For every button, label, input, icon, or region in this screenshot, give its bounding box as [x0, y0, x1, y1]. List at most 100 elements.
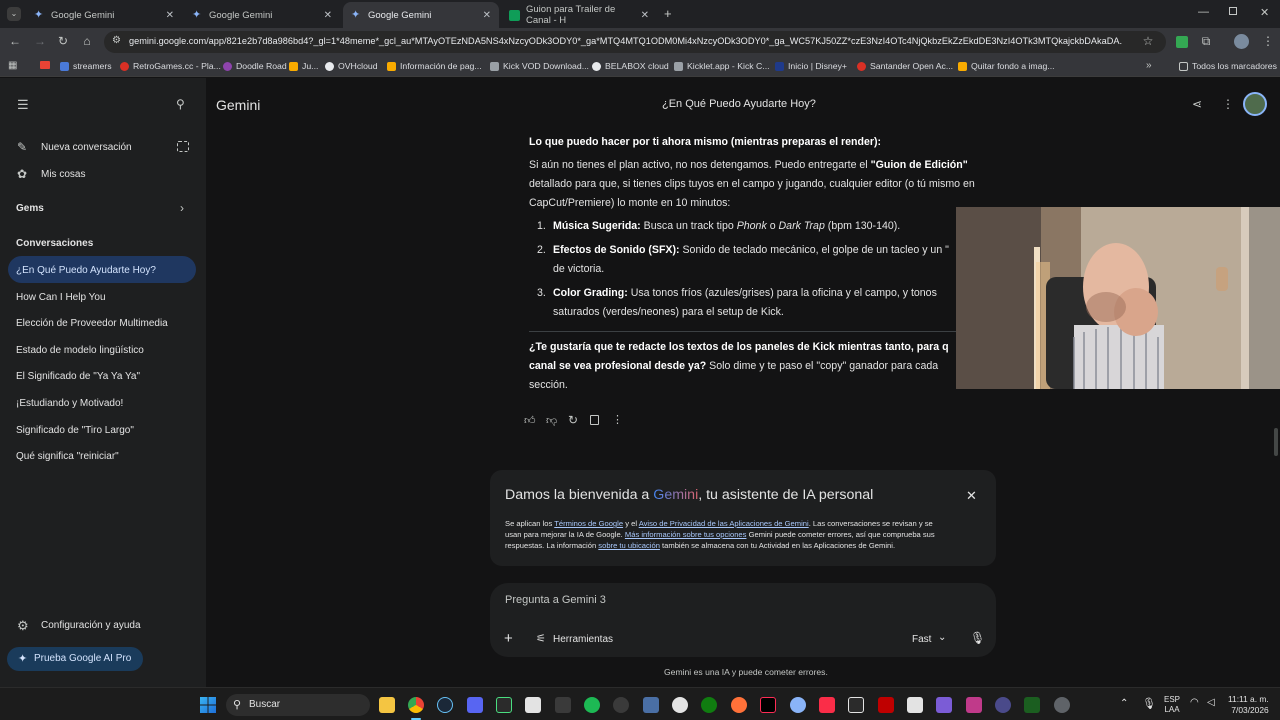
volume-icon[interactable]: ◁ [1207, 697, 1215, 708]
thumbs-up-icon[interactable]: 👍︎ [524, 414, 536, 427]
gems-link[interactable]: Gems [16, 203, 44, 214]
browser-tab-active[interactable]: ✦ Google Gemini ✕ [343, 2, 499, 28]
upgrade-button[interactable]: ✦ Prueba Google AI Pro [7, 647, 143, 671]
filezilla-icon[interactable] [878, 697, 894, 713]
app-icon[interactable] [643, 697, 659, 713]
bookmark-item[interactable]: Kick VOD Download... [490, 61, 589, 71]
close-icon[interactable]: ✕ [483, 10, 491, 21]
thumbs-down-icon[interactable]: 👎︎ [546, 414, 557, 427]
privacy-link[interactable]: Aviso de Privacidad de las Aplicaciones … [639, 519, 809, 528]
app-icon[interactable] [525, 697, 541, 713]
chrome-icon[interactable] [408, 697, 424, 713]
clock[interactable]: 11:11 a. m. 7/03/2026 [1228, 694, 1269, 716]
bookmark-item[interactable]: OVHcloud [325, 61, 378, 71]
location-link[interactable]: sobre tu ubicación [598, 541, 660, 550]
tools-button[interactable]: Herramientas [553, 634, 613, 645]
microphone-tray-icon[interactable]: 🎙︎ [1142, 697, 1156, 710]
new-tab-icon[interactable]: + [664, 6, 672, 21]
tab-search-icon[interactable]: ⌄ [7, 7, 21, 21]
bookmark-item[interactable]: BELABOX cloud [592, 61, 669, 71]
add-icon[interactable]: + [504, 630, 513, 647]
share-icon[interactable]: ⋖ [1192, 97, 1202, 111]
app-icon[interactable] [848, 697, 864, 713]
home-icon[interactable]: ⌂ [79, 34, 95, 48]
browser-tab[interactable]: ✦ Google Gemini ✕ [26, 2, 182, 28]
bookmark-star-icon[interactable]: ☆ [1140, 34, 1156, 48]
taskbar-search[interactable]: ⚲ Buscar [226, 694, 370, 716]
extensions-puzzle-icon[interactable]: ⧉ [1198, 34, 1214, 49]
sidebar-item[interactable]: Elección de Proveedor Multimedia [16, 318, 168, 329]
sidebar-item[interactable]: Qué significa "reiniciar" [16, 451, 119, 462]
music-icon[interactable] [819, 697, 835, 713]
sidebar-item[interactable]: How Can I Help You [16, 292, 106, 303]
copy-icon[interactable] [590, 415, 599, 425]
close-icon[interactable]: ✕ [166, 10, 174, 21]
close-icon[interactable]: ✕ [641, 10, 649, 21]
bookmark-item[interactable]: Quitar fondo a imag... [958, 61, 1055, 71]
bookmark-item[interactable]: Santander Open Ac... [857, 61, 953, 71]
file-explorer-icon[interactable] [379, 697, 395, 713]
app-icon[interactable] [966, 697, 982, 713]
browser-menu-icon[interactable]: ⋮ [1260, 34, 1276, 48]
sidebar-item[interactable]: Significado de "Tiro Largo" [16, 425, 134, 436]
temporary-chat-icon[interactable] [177, 141, 189, 152]
regenerate-icon[interactable]: ↻ [568, 413, 578, 427]
browser-tab[interactable]: ✦ Google Gemini ✕ [184, 2, 340, 28]
all-bookmarks-folder[interactable]: Todos los marcadores [1179, 61, 1277, 71]
restore-icon[interactable] [1229, 7, 1237, 15]
epic-games-icon[interactable] [555, 697, 571, 713]
sidebar-item[interactable]: ¿En Qué Puedo Ayudarte Hoy? [16, 265, 156, 276]
bookmark-item[interactable]: Doodle Road [223, 61, 287, 71]
app-icon[interactable] [790, 697, 806, 713]
tiktok-icon[interactable] [760, 697, 776, 713]
sidebar-item[interactable]: Estado de modelo lingüístico [16, 345, 144, 356]
close-icon[interactable]: ✕ [324, 10, 332, 21]
chevron-down-icon[interactable]: ⌄ [938, 632, 946, 643]
address-bar[interactable]: ⚙ gemini.google.com/app/821e2b7d8a986bd4… [104, 31, 1166, 53]
menu-icon[interactable]: ☰ [17, 97, 29, 113]
bookmark-item[interactable]: Inicio | Disney+ [775, 61, 847, 71]
chevron-right-icon[interactable]: › [180, 201, 184, 215]
app-icon[interactable] [1054, 697, 1070, 713]
more-actions-icon[interactable]: ⋮ [612, 413, 623, 426]
scrollbar-thumb[interactable] [1274, 428, 1278, 456]
minimize-icon[interactable]: — [1198, 6, 1209, 18]
app-icon[interactable] [936, 697, 952, 713]
app-icon[interactable] [613, 697, 629, 713]
options-link[interactable]: Más información sobre tus opciones [625, 530, 747, 539]
bookmark-item[interactable]: RetroGames.cc - Pla... [120, 61, 221, 71]
sidebar-item[interactable]: El Significado de "Ya Ya Ya" [16, 371, 140, 382]
language-indicator[interactable]: ESP LAA [1164, 695, 1180, 715]
spotify-icon[interactable] [584, 697, 600, 713]
discord-icon[interactable] [467, 697, 483, 713]
reload-icon[interactable]: ↻ [55, 34, 71, 48]
app-icon[interactable] [496, 697, 512, 713]
wifi-icon[interactable]: ◠ [1190, 697, 1199, 708]
firefox-icon[interactable] [731, 697, 747, 713]
new-chat-button[interactable]: Nueva conversación [41, 142, 132, 153]
xbox-icon[interactable] [701, 697, 717, 713]
bookmark-item[interactable]: Información de pag... [387, 61, 482, 71]
more-bookmarks-icon[interactable]: » [1146, 60, 1152, 71]
steam-icon[interactable] [437, 697, 453, 713]
bookmark-item[interactable]: Ju... [289, 61, 318, 71]
more-options-icon[interactable]: ⋮ [1222, 97, 1234, 111]
app-icon[interactable] [672, 697, 688, 713]
bookmark-item[interactable]: streamers [60, 61, 112, 71]
bookmark-item[interactable]: Kicklet.app - Kick C... [674, 61, 770, 71]
extension-icon[interactable] [1176, 36, 1188, 48]
search-icon[interactable]: ⚲ [176, 97, 185, 111]
gmail-icon[interactable] [40, 61, 50, 69]
microphone-icon[interactable]: 🎙︎ [970, 631, 985, 645]
windows-start-icon[interactable] [200, 697, 216, 713]
prompt-input[interactable]: Pregunta a Gemini 3 [505, 594, 975, 606]
model-mode-select[interactable]: Fast [912, 634, 931, 645]
apps-grid-icon[interactable]: ▦ [8, 60, 17, 71]
window-close-icon[interactable]: ✕ [1260, 6, 1269, 19]
my-stuff-link[interactable]: Mis cosas [41, 169, 85, 180]
profile-avatar[interactable] [1234, 34, 1249, 49]
app-icon[interactable] [1024, 697, 1040, 713]
sidebar-item[interactable]: ¡Estudiando y Motivado! [16, 398, 123, 409]
close-icon[interactable]: ✕ [966, 488, 977, 504]
terms-link[interactable]: Términos de Google [554, 519, 623, 528]
